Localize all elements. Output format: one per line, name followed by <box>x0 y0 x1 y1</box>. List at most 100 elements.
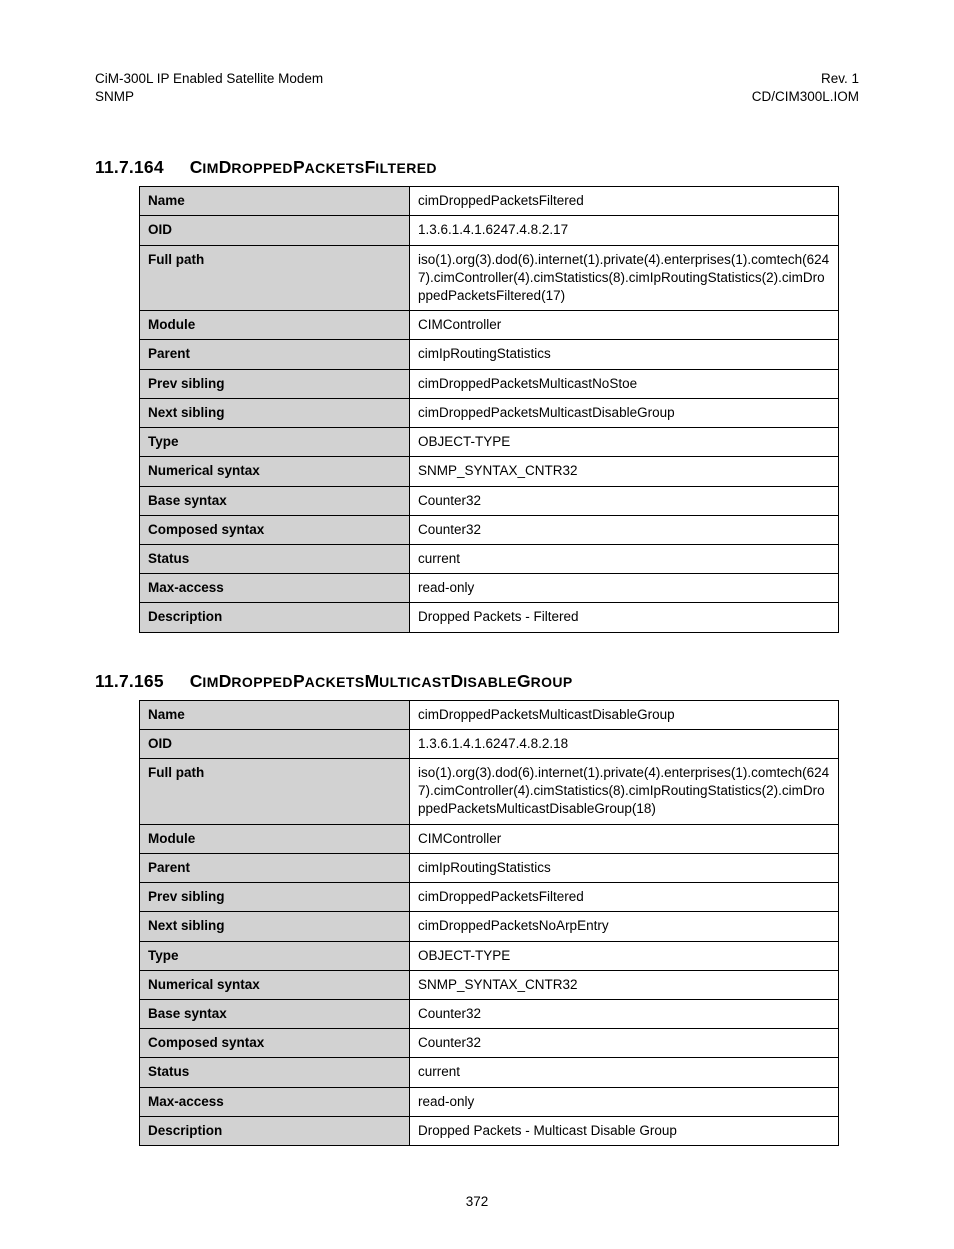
field-name: Numerical syntax <box>140 970 410 999</box>
field-value: cimDroppedPacketsNoArpEntry <box>410 912 839 941</box>
field-name: Composed syntax <box>140 515 410 544</box>
field-name: Name <box>140 700 410 729</box>
field-name: Description <box>140 1116 410 1145</box>
field-name: Name <box>140 187 410 216</box>
table-row: Max-accessread-only <box>140 1087 839 1116</box>
field-name: Type <box>140 428 410 457</box>
mib-object-table: NamecimDroppedPacketsMulticastDisableGro… <box>139 700 839 1147</box>
section-title-part: D <box>219 671 232 691</box>
field-value: Dropped Packets - Multicast Disable Grou… <box>410 1116 839 1145</box>
section-title-part: P <box>293 671 305 691</box>
field-value: cimDroppedPacketsMulticastDisableGroup <box>410 398 839 427</box>
field-value: CIMController <box>410 824 839 853</box>
field-name: Type <box>140 941 410 970</box>
field-name: Base syntax <box>140 486 410 515</box>
section-title-part-rest: ROPPED <box>231 674 293 690</box>
field-value: CIMController <box>410 311 839 340</box>
field-value: SNMP_SYNTAX_CNTR32 <box>410 970 839 999</box>
section-number: 11.7.165 <box>95 671 164 691</box>
field-value: OBJECT-TYPE <box>410 428 839 457</box>
table-row: Max-accessread-only <box>140 574 839 603</box>
field-value: Counter32 <box>410 1029 839 1058</box>
section-heading: 11.7.164CIMDROPPEDPACKETSFILTERED <box>95 157 859 178</box>
table-row: TypeOBJECT-TYPE <box>140 941 839 970</box>
table-row: Numerical syntaxSNMP_SYNTAX_CNTR32 <box>140 970 839 999</box>
table-row: NamecimDroppedPacketsMulticastDisableGro… <box>140 700 839 729</box>
field-name: Composed syntax <box>140 1029 410 1058</box>
field-value: Counter32 <box>410 515 839 544</box>
sections-container: 11.7.164CIMDROPPEDPACKETSFILTEREDNamecim… <box>95 157 859 1146</box>
table-row: DescriptionDropped Packets - Multicast D… <box>140 1116 839 1145</box>
section-heading: 11.7.165CIMDROPPEDPACKETSMULTICASTDISABL… <box>95 671 859 692</box>
field-value: cimDroppedPacketsFiltered <box>410 187 839 216</box>
field-value: cimDroppedPacketsMulticastDisableGroup <box>410 700 839 729</box>
field-name: Base syntax <box>140 1000 410 1029</box>
field-name: Numerical syntax <box>140 457 410 486</box>
section-title-part-rest: ACKETS <box>305 674 365 690</box>
table-row: TypeOBJECT-TYPE <box>140 428 839 457</box>
field-value: cimDroppedPacketsFiltered <box>410 883 839 912</box>
table-row: Numerical syntaxSNMP_SYNTAX_CNTR32 <box>140 457 839 486</box>
section-title-part: D <box>219 157 232 177</box>
table-row: Full pathiso(1).org(3).dod(6).internet(1… <box>140 759 839 825</box>
field-value: Dropped Packets - Filtered <box>410 603 839 632</box>
field-value: 1.3.6.1.4.1.6247.4.8.2.18 <box>410 729 839 758</box>
mib-object-table: NamecimDroppedPacketsFilteredOID1.3.6.1.… <box>139 186 839 633</box>
field-value: cimIpRoutingStatistics <box>410 853 839 882</box>
field-value: OBJECT-TYPE <box>410 941 839 970</box>
field-name: Status <box>140 1058 410 1087</box>
field-name: Module <box>140 824 410 853</box>
table-row: Statuscurrent <box>140 1058 839 1087</box>
table-row: OID1.3.6.1.4.1.6247.4.8.2.17 <box>140 216 839 245</box>
field-value: Counter32 <box>410 1000 839 1029</box>
table-row: NamecimDroppedPacketsFiltered <box>140 187 839 216</box>
section-title-part-rest: IM <box>202 674 218 690</box>
table-row: ModuleCIMController <box>140 824 839 853</box>
field-name: Full path <box>140 245 410 311</box>
section-number: 11.7.164 <box>95 157 164 177</box>
table-row: ParentcimIpRoutingStatistics <box>140 340 839 369</box>
table-row: ModuleCIMController <box>140 311 839 340</box>
field-value: Counter32 <box>410 486 839 515</box>
section-title-part-rest: ISABLE <box>463 674 517 690</box>
section-title-part-rest: ILTERED <box>375 160 437 176</box>
section-title-part: C <box>190 671 203 691</box>
section-title-part: D <box>451 671 464 691</box>
page-number: 372 <box>95 1194 859 1209</box>
table-row: Prev siblingcimDroppedPacketsMulticastNo… <box>140 369 839 398</box>
field-value: SNMP_SYNTAX_CNTR32 <box>410 457 839 486</box>
field-value: 1.3.6.1.4.1.6247.4.8.2.17 <box>410 216 839 245</box>
section-title-part: F <box>365 157 376 177</box>
header-left: CiM-300L IP Enabled Satellite ModemSNMP <box>95 70 323 105</box>
field-value: cimDroppedPacketsMulticastNoStoe <box>410 369 839 398</box>
field-name: Max-access <box>140 574 410 603</box>
field-name: OID <box>140 729 410 758</box>
section-title-part-rest: ULTICAST <box>379 674 450 690</box>
field-name: Full path <box>140 759 410 825</box>
field-name: Description <box>140 603 410 632</box>
table-row: OID1.3.6.1.4.1.6247.4.8.2.18 <box>140 729 839 758</box>
field-name: Prev sibling <box>140 369 410 398</box>
section-title-part: M <box>365 671 380 691</box>
table-row: Statuscurrent <box>140 544 839 573</box>
field-value: current <box>410 544 839 573</box>
table-row: Composed syntaxCounter32 <box>140 1029 839 1058</box>
section-title-part-rest: ACKETS <box>305 160 365 176</box>
table-row: ParentcimIpRoutingStatistics <box>140 853 839 882</box>
field-value: read-only <box>410 574 839 603</box>
table-row: DescriptionDropped Packets - Filtered <box>140 603 839 632</box>
page-header: CiM-300L IP Enabled Satellite ModemSNMP … <box>95 70 859 105</box>
field-name: Next sibling <box>140 398 410 427</box>
table-row: Prev siblingcimDroppedPacketsFiltered <box>140 883 839 912</box>
section-title-part: C <box>190 157 203 177</box>
field-name: Max-access <box>140 1087 410 1116</box>
field-name: Parent <box>140 340 410 369</box>
section-title-part-rest: ROPPED <box>231 160 293 176</box>
field-name: Parent <box>140 853 410 882</box>
header-left-line2: SNMP <box>95 89 134 104</box>
field-value: cimIpRoutingStatistics <box>410 340 839 369</box>
field-name: OID <box>140 216 410 245</box>
field-value: iso(1).org(3).dod(6).internet(1).private… <box>410 245 839 311</box>
table-row: Next siblingcimDroppedPacketsMulticastDi… <box>140 398 839 427</box>
field-value: iso(1).org(3).dod(6).internet(1).private… <box>410 759 839 825</box>
